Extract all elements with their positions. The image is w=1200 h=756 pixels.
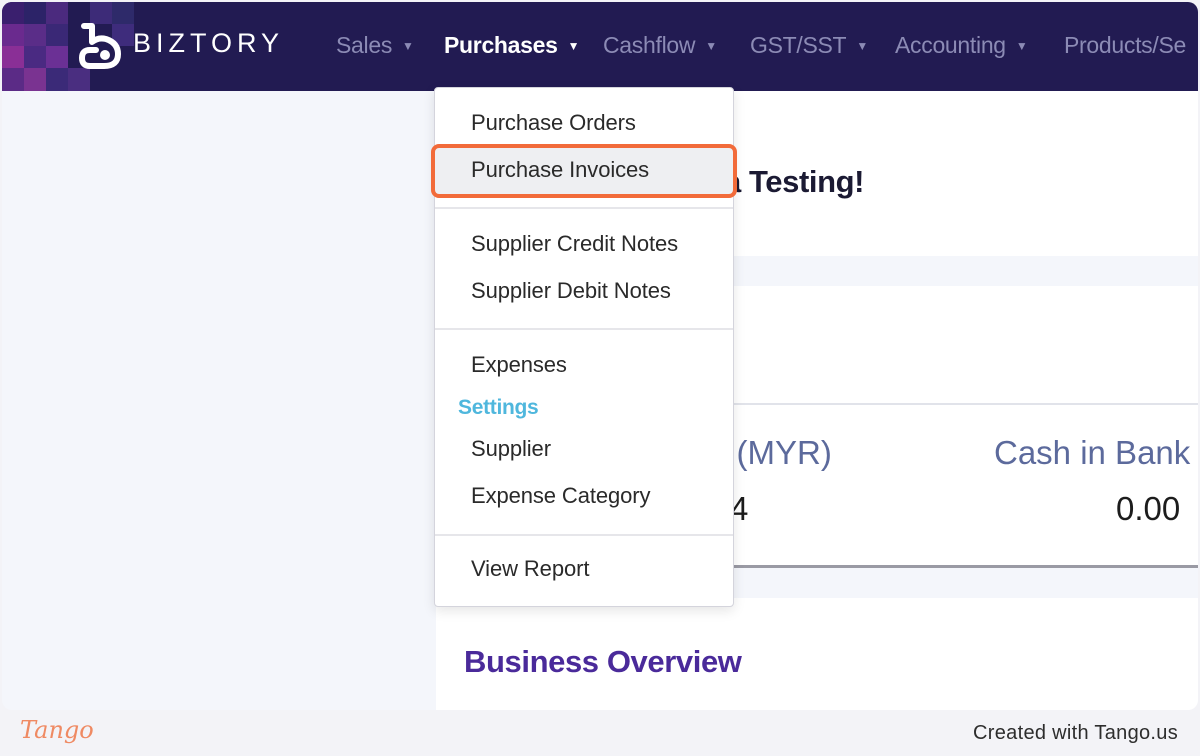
nav-gst-sst[interactable]: GST/SST ▼ (750, 32, 868, 59)
top-navbar: BIZTORY Sales ▼ Purchases ▼ Cashflow ▼ G… (2, 2, 1198, 91)
chevron-down-icon: ▼ (402, 38, 414, 53)
stat-label: l (MYR) (720, 434, 832, 471)
tango-logo: Tango (20, 716, 94, 744)
nav-purchases[interactable]: Purchases ▼ (444, 32, 580, 59)
nav-cashflow-label: Cashflow (603, 32, 696, 58)
app-window: BIZTORY Sales ▼ Purchases ▼ Cashflow ▼ G… (2, 2, 1198, 710)
nav-accounting[interactable]: Accounting ▼ (895, 32, 1028, 59)
menu-item-supplier-debit-notes[interactable]: Supplier Debit Notes (471, 278, 671, 304)
cash-in-bank-value: 0.00 (1116, 490, 1181, 527)
nav-cashflow[interactable]: Cashflow ▼ (603, 32, 717, 59)
cash-in-bank-label: Cash in Bank (994, 434, 1191, 471)
menu-item-supplier-credit-notes[interactable]: Supplier Credit Notes (471, 231, 678, 257)
biztory-logo-icon[interactable] (76, 22, 126, 70)
chevron-down-icon: ▼ (567, 38, 580, 53)
menu-item-purchase-invoices[interactable]: Purchase Invoices (471, 157, 649, 183)
menu-item-view-report[interactable]: View Report (471, 556, 589, 582)
purchases-dropdown-menu: Purchase Orders Purchase Invoices Suppli… (431, 87, 737, 607)
menu-divider (435, 207, 733, 209)
menu-item-expense-category[interactable]: Expense Category (471, 483, 651, 509)
business-overview-title: Business Overview (464, 644, 742, 679)
nav-products-label: Products/Se (1064, 32, 1186, 58)
nav-purchases-label: Purchases (444, 32, 558, 58)
nav-gst-sst-label: GST/SST (750, 32, 847, 58)
menu-divider (435, 328, 733, 330)
menu-item-supplier[interactable]: Supplier (471, 436, 551, 462)
welcome-heading: a Testing! (724, 164, 865, 199)
brand-name[interactable]: BIZTORY (133, 28, 284, 59)
nav-sales[interactable]: Sales ▼ (336, 32, 414, 59)
menu-item-expenses[interactable]: Expenses (471, 352, 567, 378)
menu-header-settings: Settings (458, 396, 539, 419)
chevron-down-icon: ▼ (705, 38, 717, 53)
nav-products-services[interactable]: Products/Se (1064, 32, 1186, 59)
menu-divider (435, 534, 733, 536)
chevron-down-icon: ▼ (856, 38, 868, 53)
nav-accounting-label: Accounting (895, 32, 1006, 58)
menu-item-purchase-orders[interactable]: Purchase Orders (471, 110, 636, 136)
chevron-down-icon: ▼ (1015, 38, 1028, 53)
nav-sales-label: Sales (336, 32, 393, 58)
tango-credit: Created with Tango.us (973, 722, 1178, 744)
